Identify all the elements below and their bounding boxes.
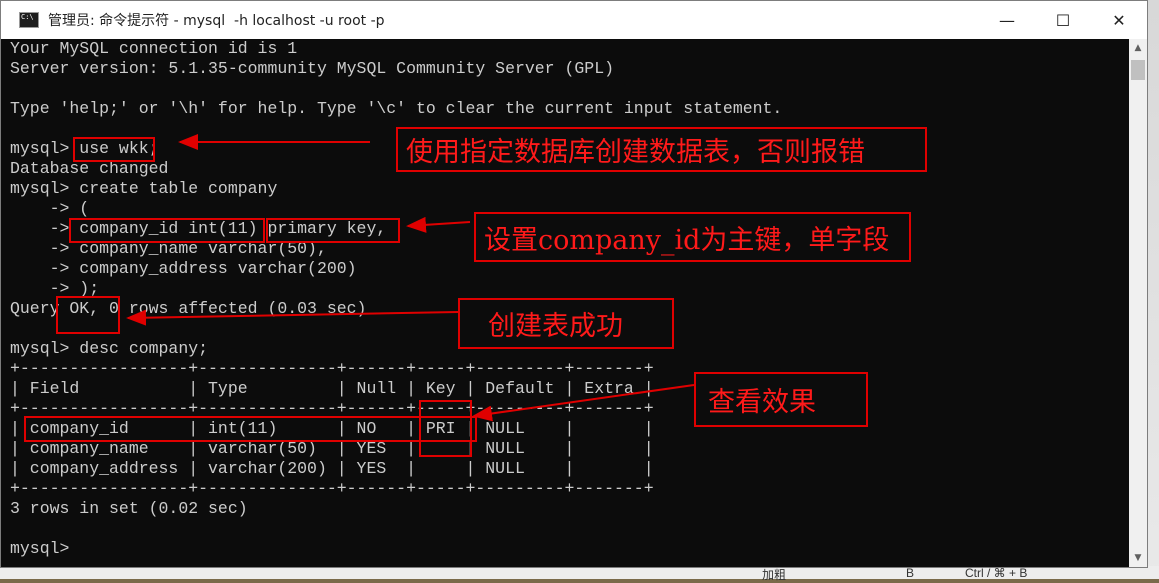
arrow-to-pri-key: [472, 384, 695, 422]
annotation-arrows: [126, 134, 695, 422]
arrow-to-query-ok: [126, 309, 459, 326]
arrow-to-primary-key: [406, 216, 471, 233]
